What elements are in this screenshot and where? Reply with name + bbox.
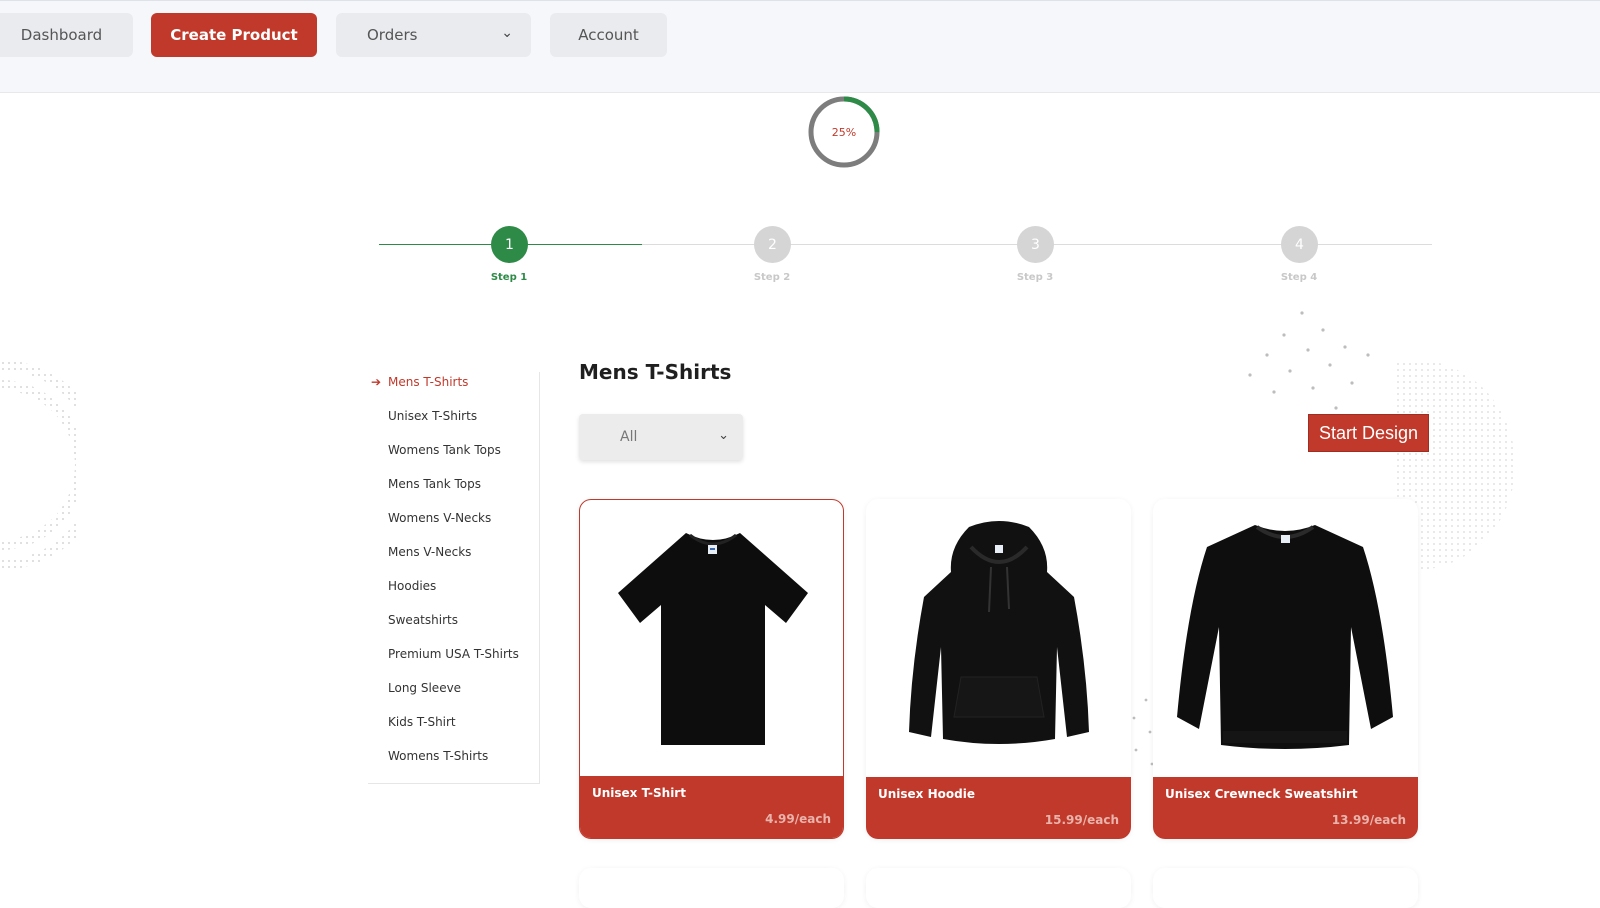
- product-card[interactable]: Unisex Hoodie 15.99/each: [866, 499, 1131, 839]
- filter-value: All: [620, 429, 638, 445]
- arrow-right-icon: ➔: [371, 375, 382, 389]
- orders-dropdown[interactable]: Orders ⌄: [336, 13, 531, 57]
- step-2-label: Step 2: [753, 272, 791, 283]
- step-2-circle[interactable]: 2: [754, 226, 791, 263]
- product-info-bar: Unisex Hoodie 15.99/each: [866, 777, 1131, 839]
- dashboard-button[interactable]: Dashboard: [0, 13, 133, 57]
- category-item-long-sleeve[interactable]: Long Sleeve: [388, 681, 461, 695]
- category-item-womens-tank-tops[interactable]: Womens Tank Tops: [388, 443, 501, 457]
- category-item-womens-v-necks[interactable]: Womens V-Necks: [388, 511, 491, 525]
- step-3-label: Step 3: [1016, 272, 1054, 283]
- chevron-down-icon: ⌄: [501, 25, 513, 41]
- product-price: 15.99/each: [1044, 813, 1119, 827]
- sweatshirt-image: [1153, 499, 1418, 775]
- product-card[interactable]: [1153, 868, 1418, 908]
- decorative-dots-left: [0, 360, 80, 570]
- hoodie-image: [866, 499, 1131, 775]
- step-1-label: Step 1: [490, 272, 528, 283]
- page-title: Mens T-Shirts: [579, 360, 732, 384]
- product-card[interactable]: Unisex Crewneck Sweatshirt 13.99/each: [1153, 499, 1418, 839]
- chevron-down-icon: ⌄: [718, 428, 729, 443]
- product-name: Unisex Crewneck Sweatshirt: [1165, 787, 1358, 801]
- progress-percent: 25%: [831, 125, 857, 139]
- filter-select[interactable]: All ⌄: [579, 414, 743, 460]
- step-1-circle[interactable]: 1: [491, 226, 528, 263]
- category-item-premium-usa-t-shirts[interactable]: Premium USA T-Shirts: [388, 647, 519, 661]
- step-4-circle[interactable]: 4: [1281, 226, 1318, 263]
- step-4-label: Step 4: [1280, 272, 1318, 283]
- category-item-mens-t-shirts[interactable]: Mens T-Shirts: [388, 375, 468, 389]
- category-item-sweatshirts[interactable]: Sweatshirts: [388, 613, 458, 627]
- create-product-button[interactable]: Create Product: [151, 13, 317, 57]
- category-sidebar: ➔ Mens T-Shirts Unisex T-Shirts Womens T…: [368, 372, 540, 784]
- product-card[interactable]: [866, 868, 1131, 908]
- product-info-bar: Unisex Crewneck Sweatshirt 13.99/each: [1153, 777, 1418, 839]
- category-item-unisex-t-shirts[interactable]: Unisex T-Shirts: [388, 409, 477, 423]
- product-price: 4.99/each: [765, 812, 831, 826]
- product-info-bar: Unisex T-Shirt 4.99/each: [580, 776, 843, 838]
- product-name: Unisex T-Shirt: [592, 786, 686, 800]
- start-design-button[interactable]: Start Design: [1308, 414, 1429, 452]
- product-card[interactable]: Unisex T-Shirt 4.99/each: [579, 499, 844, 839]
- category-item-hoodies[interactable]: Hoodies: [388, 579, 436, 593]
- product-name: Unisex Hoodie: [878, 787, 975, 801]
- product-card[interactable]: [579, 868, 844, 908]
- product-price: 13.99/each: [1331, 813, 1406, 827]
- decorative-dots-scatter: [1248, 311, 1370, 410]
- dashboard-label: Dashboard: [20, 26, 103, 44]
- create-product-label: Create Product: [170, 26, 298, 44]
- account-label: Account: [578, 26, 639, 44]
- category-item-mens-tank-tops[interactable]: Mens Tank Tops: [388, 477, 481, 491]
- orders-label: Orders: [367, 26, 418, 44]
- top-navigation: Dashboard Create Product Orders ⌄ Accoun…: [0, 0, 1600, 93]
- category-item-kids-t-shirt[interactable]: Kids T-Shirt: [388, 715, 456, 729]
- category-item-mens-v-necks[interactable]: Mens V-Necks: [388, 545, 471, 559]
- account-button[interactable]: Account: [550, 13, 667, 57]
- tshirt-image: [580, 500, 843, 776]
- step-3-circle[interactable]: 3: [1017, 226, 1054, 263]
- category-item-womens-t-shirts[interactable]: Womens T-Shirts: [388, 749, 488, 763]
